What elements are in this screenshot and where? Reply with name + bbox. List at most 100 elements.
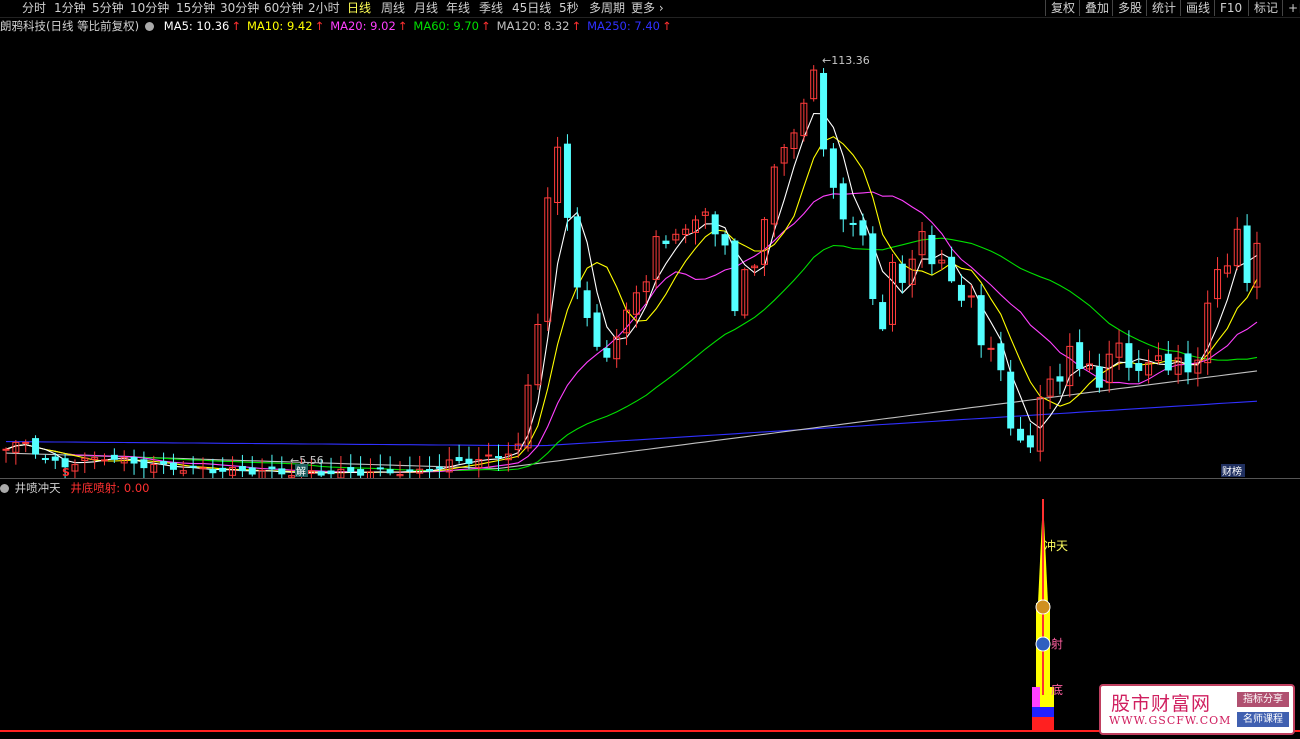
sell-marker: S — [62, 466, 70, 478]
toolbar-button-1[interactable]: 叠加 — [1079, 0, 1114, 16]
candle-body — [376, 467, 384, 470]
candle-body — [573, 216, 581, 288]
label-chongtian: 冲天 — [1044, 538, 1068, 553]
indicator-name: 井喷冲天 — [14, 481, 61, 495]
candle-body — [839, 183, 847, 220]
candle-body — [455, 457, 463, 462]
toolbar-button-4[interactable]: 画线 — [1180, 0, 1215, 16]
ma5-line — [5, 112, 1258, 474]
candle-body — [160, 461, 168, 465]
candle-body — [2, 448, 10, 451]
tab-period-3[interactable]: 10分钟 — [130, 1, 169, 16]
tab-period-10[interactable]: 月线 — [414, 1, 438, 16]
candle-body — [426, 468, 434, 472]
tab-period-0[interactable]: 分时 — [22, 1, 46, 16]
tab-period-2[interactable]: 5分钟 — [92, 1, 124, 16]
candle-body — [199, 467, 207, 470]
candle-body — [1026, 435, 1034, 448]
watermark-badge-share: 指标分享 — [1237, 692, 1289, 707]
candle-body — [110, 454, 118, 460]
candle-body — [1135, 363, 1143, 371]
ma-label-1: MA10: 9.42 — [247, 19, 313, 33]
candle-body — [347, 467, 355, 473]
arrow-up-icon: ↑ — [662, 19, 672, 33]
watermark-logo: 股市财富网 WWW.GSCFW.COM 指标分享 名师课程 — [1099, 684, 1295, 735]
stock-title: 朗鸦科技(日线 等比前复权) — [0, 19, 140, 33]
candle-body — [583, 290, 591, 318]
tower-base-red — [1032, 717, 1054, 731]
ma250-line — [5, 400, 1258, 447]
label-penshe: 射 — [1051, 636, 1063, 651]
toolbar-button-2[interactable]: 多股 — [1112, 0, 1147, 16]
candle-body — [485, 454, 493, 457]
tab-period-9[interactable]: 周线 — [381, 1, 405, 16]
tab-period-6[interactable]: 60分钟 — [264, 1, 303, 16]
candle-body — [593, 312, 601, 347]
ma-label-4: MA120: 8.32 — [496, 19, 570, 33]
arrow-up-icon: ↑ — [480, 19, 491, 33]
candle-body — [1164, 353, 1172, 371]
candle-body — [22, 441, 30, 444]
ma-legend: 朗鸦科技(日线 等比前复权) MA5: 10.36 ↑ MA10: 9.42 ↑ MA2… — [0, 19, 678, 33]
candle-body — [357, 469, 365, 476]
candle-body — [51, 456, 59, 461]
tab-period-15[interactable]: 多周期 — [589, 1, 625, 16]
candle-body — [1184, 353, 1192, 373]
tab-period-4[interactable]: 15分钟 — [176, 1, 215, 16]
candle-body — [869, 233, 877, 300]
candle-body — [238, 466, 246, 472]
candle-body — [859, 220, 867, 236]
tab-period-8[interactable]: 日线 — [347, 1, 371, 16]
candle-body — [189, 465, 197, 468]
target-icon — [1035, 636, 1051, 652]
candle-body — [41, 458, 49, 461]
candle-body — [711, 214, 719, 235]
watermark-url: WWW.GSCFW.COM — [1109, 714, 1232, 727]
tab-period-12[interactable]: 季线 — [479, 1, 503, 16]
settings-circle-icon[interactable] — [145, 22, 155, 31]
candle-body — [209, 469, 217, 474]
candle-body — [1076, 342, 1084, 369]
candle-body — [465, 458, 473, 464]
tab-period-14[interactable]: 5秒 — [559, 1, 579, 16]
toolbar-button-0[interactable]: 复权 — [1045, 0, 1080, 16]
tab-period-11[interactable]: 年线 — [446, 1, 470, 16]
candle-body — [928, 234, 936, 265]
tab-period-16[interactable]: 更多 › — [631, 1, 664, 16]
candle-body — [1125, 343, 1133, 368]
tab-period-13[interactable]: 45日线 — [512, 1, 551, 16]
candle-body — [248, 467, 256, 475]
candle-body — [829, 148, 837, 188]
candlestick-chart[interactable]: ←113.36←5.56S 解财榜 — [0, 34, 1300, 478]
candle-body — [731, 240, 739, 312]
period-toolbar: 分时 1分钟 5分钟 10分钟 15分钟 30分钟 60分钟 2小时 日线 周线 月线 年线 季线 45日… — [0, 0, 1300, 18]
candle-body — [1017, 428, 1025, 441]
arrow-up-icon: ↑ — [231, 19, 241, 33]
candle-body — [386, 469, 394, 474]
candle-body — [948, 256, 956, 282]
arrow-up-icon — [1035, 599, 1051, 615]
tower-base-blue — [1032, 707, 1054, 717]
candle-body — [977, 295, 985, 346]
indicator-settings-icon[interactable] — [0, 484, 9, 493]
candle-body — [32, 438, 40, 455]
candle-body — [278, 468, 286, 475]
pane-divider[interactable] — [0, 478, 1300, 479]
tab-period-7[interactable]: 2小时 — [308, 1, 340, 16]
candle-body — [721, 234, 729, 246]
toolbar-button-5[interactable]: F10 — [1214, 0, 1247, 16]
high-price-label: ←113.36 — [822, 54, 870, 67]
candle-body — [603, 348, 611, 358]
watermark-badge-course: 名师课程 — [1237, 712, 1289, 727]
candle-body — [219, 467, 227, 472]
toolbar-button-3[interactable]: 统计 — [1146, 0, 1181, 16]
toolbar-button-7[interactable]: +自 — [1282, 0, 1300, 16]
toolbar-button-6[interactable]: 标记 — [1248, 0, 1283, 16]
candle-body — [268, 466, 276, 470]
candle-body — [898, 263, 906, 283]
tab-period-5[interactable]: 30分钟 — [220, 1, 259, 16]
event-marker-jie: 解 — [296, 465, 306, 478]
candle-body — [1095, 366, 1103, 388]
watermark-title: 股市财富网 — [1111, 693, 1212, 715]
tab-period-1[interactable]: 1分钟 — [54, 1, 86, 16]
